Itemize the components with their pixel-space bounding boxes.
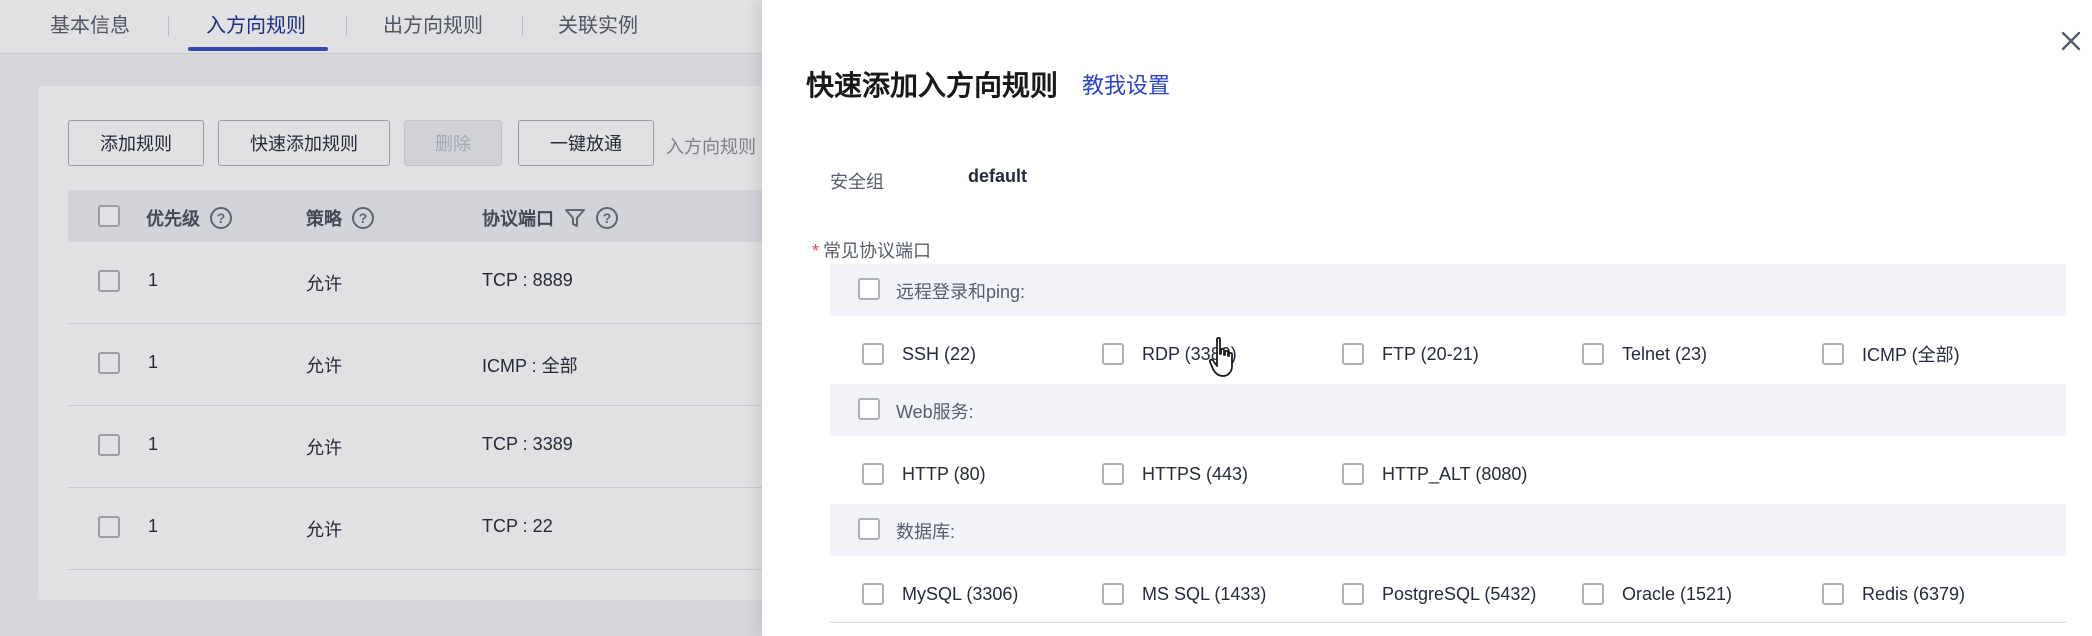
option-label: ICMP (全部) <box>1862 345 1960 365</box>
option-telnet[interactable]: Telnet (23) <box>1582 341 1707 367</box>
option-checkbox[interactable] <box>862 343 884 365</box>
security-group-label: 安全组 <box>830 172 884 192</box>
option-http[interactable]: HTTP (80) <box>862 461 986 487</box>
group-databases: 数据库: <box>830 504 2066 556</box>
option-checkbox[interactable] <box>1342 463 1364 485</box>
group-web-services-checkbox[interactable] <box>858 398 880 420</box>
option-mssql[interactable]: MS SQL (1433) <box>1102 581 1266 607</box>
modal-overlay[interactable] <box>0 0 762 636</box>
option-label: MS SQL (1433) <box>1142 583 1267 604</box>
option-label: Oracle (1521) <box>1622 583 1733 604</box>
option-checkbox[interactable] <box>1582 343 1604 365</box>
option-checkbox[interactable] <box>1102 343 1124 365</box>
option-label: HTTP_ALT (8080) <box>1382 463 1528 484</box>
option-checkbox[interactable] <box>1102 463 1124 485</box>
required-mark: * <box>812 241 820 261</box>
hand-pointer-icon <box>1208 336 1233 377</box>
close-icon[interactable] <box>2058 28 2084 54</box>
option-ssh[interactable]: SSH (22) <box>862 341 976 367</box>
option-ftp[interactable]: FTP (20-21) <box>1342 341 1479 367</box>
quick-add-inbound-drawer: 快速添加入方向规则 教我设置 安全组 default * 常见协议端口 远程登录和… <box>762 0 2092 636</box>
option-label: Redis (6379) <box>1862 583 1966 604</box>
option-checkbox[interactable] <box>1342 583 1364 605</box>
option-checkbox[interactable] <box>1822 583 1844 605</box>
option-label: HTTPS (443) <box>1142 463 1249 484</box>
option-mysql[interactable]: MySQL (3306) <box>862 581 1018 607</box>
group-databases-label: 数据库: <box>896 522 956 542</box>
option-oracle[interactable]: Oracle (1521) <box>1582 581 1732 607</box>
option-icmp[interactable]: ICMP (全部) <box>1822 341 1960 367</box>
help-setup-link[interactable]: 教我设置 <box>1082 68 1170 100</box>
option-http-alt[interactable]: HTTP_ALT (8080) <box>1342 461 1527 487</box>
option-https[interactable]: HTTPS (443) <box>1102 461 1248 487</box>
common-ports-label-text: 常见协议端口 <box>823 241 932 261</box>
group-remote-login-label: 远程登录和ping: <box>896 282 1026 302</box>
option-checkbox[interactable] <box>1102 583 1124 605</box>
option-redis[interactable]: Redis (6379) <box>1822 581 1965 607</box>
security-group-value: default <box>968 166 1028 186</box>
group-databases-checkbox[interactable] <box>858 518 880 540</box>
option-label: HTTP (80) <box>902 463 986 484</box>
group-remote-login-checkbox[interactable] <box>858 278 880 300</box>
option-checkbox[interactable] <box>1582 583 1604 605</box>
drawer-title: 快速添加入方向规则 <box>806 70 1059 101</box>
option-label: PostgreSQL (5432) <box>1382 583 1537 604</box>
option-checkbox[interactable] <box>1342 343 1364 365</box>
common-ports-label: * 常见协议端口 <box>812 237 931 263</box>
option-label: SSH (22) <box>902 343 977 364</box>
group-remote-login: 远程登录和ping: <box>830 264 2066 316</box>
option-label: MySQL (3306) <box>902 583 1019 604</box>
section-divider <box>830 622 2066 623</box>
option-postgresql[interactable]: PostgreSQL (5432) <box>1342 581 1536 607</box>
group-web-services-label: Web服务: <box>896 402 974 422</box>
option-checkbox[interactable] <box>862 463 884 485</box>
option-checkbox[interactable] <box>1822 343 1844 365</box>
option-checkbox[interactable] <box>862 583 884 605</box>
option-label: Telnet (23) <box>1622 343 1708 364</box>
group-web-services: Web服务: <box>830 384 2066 436</box>
option-label: FTP (20-21) <box>1382 343 1479 364</box>
